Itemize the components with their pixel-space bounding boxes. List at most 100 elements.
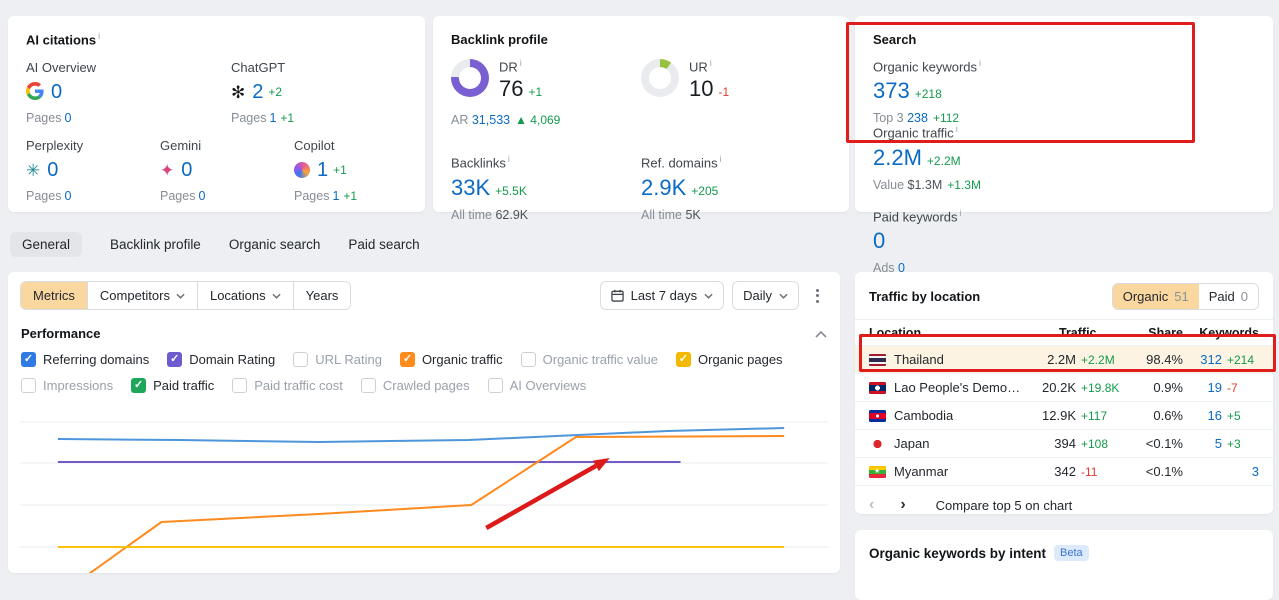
checkbox xyxy=(520,352,536,367)
top3-value[interactable]: 238 xyxy=(907,111,928,125)
info-icon[interactable] xyxy=(960,209,962,218)
locations-dropdown[interactable]: Locations xyxy=(196,282,293,309)
performance-title: Performance xyxy=(21,326,101,341)
copilot-icon xyxy=(294,162,310,179)
tab-general[interactable]: General xyxy=(10,232,83,257)
metric-referring-domains[interactable]: Referring domains xyxy=(21,352,149,367)
tab-backlink-profile[interactable]: Backlink profile xyxy=(110,232,201,257)
next-page-chevron-icon[interactable]: › xyxy=(900,497,905,513)
organic-traffic-block: Organic traffic 2.2M+2.2M Value $1.3M+1.… xyxy=(873,125,1075,192)
performance-line-chart[interactable] xyxy=(20,388,828,573)
dr-donut-chart xyxy=(451,59,489,97)
metric-organic-traffic-value[interactable]: Organic traffic value xyxy=(520,352,658,367)
keywords-by-intent-title: Organic keywords by intent xyxy=(869,545,1047,561)
ai-citation-chatgpt: ChatGPT ✻ 2 +2 Pages 1 +1 xyxy=(231,60,295,126)
backlinks-value[interactable]: 33K xyxy=(451,175,490,200)
info-icon[interactable] xyxy=(520,59,522,68)
metric-organic-pages[interactable]: Organic pages xyxy=(676,352,783,367)
traffic-by-location-card: Traffic by location Organic 51 Paid 0 Loca… xyxy=(855,272,1273,514)
pages-count[interactable]: 0 xyxy=(198,189,205,203)
ur-donut-chart xyxy=(641,59,679,97)
pages-count[interactable]: 1 xyxy=(332,189,339,203)
myanmar-flag-icon xyxy=(869,465,886,478)
metric-organic-traffic[interactable]: Organic traffic xyxy=(399,352,503,367)
info-icon[interactable] xyxy=(956,125,958,134)
cambodia-flag-icon xyxy=(869,409,886,422)
keywords-link[interactable]: 16 xyxy=(1208,408,1222,423)
collapse-chevron-up-icon[interactable] xyxy=(815,330,827,338)
keywords-link[interactable]: 3 xyxy=(1252,464,1259,479)
date-range-button[interactable]: Last 7 days xyxy=(599,281,725,310)
location-table-header: Location Traffic Share Keywords xyxy=(855,319,1273,345)
calendar-icon xyxy=(610,289,624,302)
gemini-count[interactable]: 0 xyxy=(181,159,192,182)
keywords-by-intent-card: Organic keywords by intent Beta xyxy=(855,530,1273,600)
organic-keywords-value[interactable]: 373 xyxy=(873,78,910,103)
location-row-cambodia[interactable]: Cambodia 12.9K +117 0.6% 16 +5 xyxy=(855,401,1273,429)
ahrefs-rank-line: AR 31,533 ▲ 4,069 xyxy=(451,113,561,128)
ref-domains-block: Ref. domains 2.9K+205 All time 5K xyxy=(641,155,831,222)
info-icon[interactable] xyxy=(508,155,510,164)
backlink-profile-title: Backlink profile xyxy=(451,32,548,47)
compare-top5-link[interactable]: Compare top 5 on chart xyxy=(936,498,1073,513)
paid-keywords-block: Paid keywords 0 Ads 0 xyxy=(873,209,1075,275)
competitors-dropdown[interactable]: Competitors xyxy=(86,282,197,309)
beta-badge: Beta xyxy=(1054,545,1089,561)
keywords-link[interactable]: 19 xyxy=(1208,380,1222,395)
paid-keywords-value[interactable]: 0 xyxy=(873,228,885,253)
organic-paid-toggle: Organic 51 Paid 0 xyxy=(1111,283,1259,310)
chart-filter-segments: Metrics Competitors Locations Years xyxy=(20,281,352,310)
ur-value: 10 -1 xyxy=(689,76,730,102)
search-card: Search Organic keywords 373+218 Top 3 23… xyxy=(855,16,1273,358)
ref-domains-value[interactable]: 2.9K xyxy=(641,175,686,200)
ar-value[interactable]: 31,533 xyxy=(472,113,510,127)
perplexity-count[interactable]: 0 xyxy=(47,159,58,182)
section-tabs: General Backlink profile Organic search … xyxy=(10,232,420,257)
organic-traffic-value[interactable]: 2.2M xyxy=(873,145,922,170)
tab-paid-search[interactable]: Paid search xyxy=(348,232,419,257)
info-icon[interactable] xyxy=(98,32,100,41)
search-title: Search xyxy=(873,32,917,47)
traffic-by-location-title: Traffic by location xyxy=(869,289,981,304)
checkbox xyxy=(293,352,309,367)
metrics-segment[interactable]: Metrics xyxy=(21,282,87,309)
info-icon[interactable] xyxy=(979,59,981,68)
backlink-profile-card: Backlink profile DR 76+1 AR 31,533▲ 4,06… xyxy=(433,16,849,222)
info-icon[interactable] xyxy=(720,155,722,164)
thailand-flag-icon xyxy=(869,353,886,366)
google-icon xyxy=(26,81,44,103)
granularity-button[interactable]: Daily xyxy=(732,281,799,310)
dr-value: 76 +1 xyxy=(499,76,543,102)
years-segment[interactable]: Years xyxy=(292,282,351,309)
pages-count[interactable]: 0 xyxy=(64,111,71,125)
info-icon[interactable] xyxy=(710,59,712,68)
pages-count[interactable]: 1 xyxy=(269,111,276,125)
metric-url-rating[interactable]: URL Rating xyxy=(293,352,382,367)
chevron-down-icon xyxy=(704,293,713,299)
location-row-myanmar[interactable]: Myanmar 342-11 <0.1% 3 xyxy=(855,457,1273,485)
ai-citation-copilot: Copilot 1 +1 Pages 1 +1 xyxy=(294,138,358,204)
prev-page-chevron-icon[interactable]: ‹ xyxy=(869,497,874,513)
pages-count[interactable]: 0 xyxy=(64,189,71,203)
ai-citation-gemini: Gemini ✦ 0 Pages 0 xyxy=(160,138,206,204)
keywords-link[interactable]: 5 xyxy=(1215,436,1222,451)
location-row-thailand[interactable]: Thailand 2.2M +2.2M 98.4% 312 +214 xyxy=(855,345,1273,373)
metric-domain-rating[interactable]: Domain Rating xyxy=(167,352,275,367)
toggle-paid[interactable]: Paid 0 xyxy=(1198,284,1258,309)
chevron-down-icon xyxy=(779,293,788,299)
checkbox xyxy=(399,352,415,367)
more-options-kebab-icon[interactable] xyxy=(807,282,828,310)
checkbox xyxy=(676,352,691,367)
keywords-link[interactable]: 312 xyxy=(1200,352,1222,367)
ai-overview-count[interactable]: 0 xyxy=(51,81,62,104)
toggle-organic[interactable]: Organic 51 xyxy=(1112,284,1199,309)
location-row-japan[interactable]: Japan 394 +108 <0.1% 5 +3 xyxy=(855,429,1273,457)
chatgpt-count[interactable]: 2 xyxy=(252,81,263,104)
location-row-laos[interactable]: Lao People's Democratic Reput 20.2K+19.8… xyxy=(855,373,1273,401)
perplexity-icon: ✳ xyxy=(26,160,41,180)
copilot-count[interactable]: 1 xyxy=(317,159,328,182)
gemini-icon: ✦ xyxy=(160,160,175,180)
ai-citation-perplexity: Perplexity ✳ 0 Pages 0 xyxy=(26,138,84,204)
checkbox xyxy=(21,352,36,367)
tab-organic-search[interactable]: Organic search xyxy=(229,232,321,257)
